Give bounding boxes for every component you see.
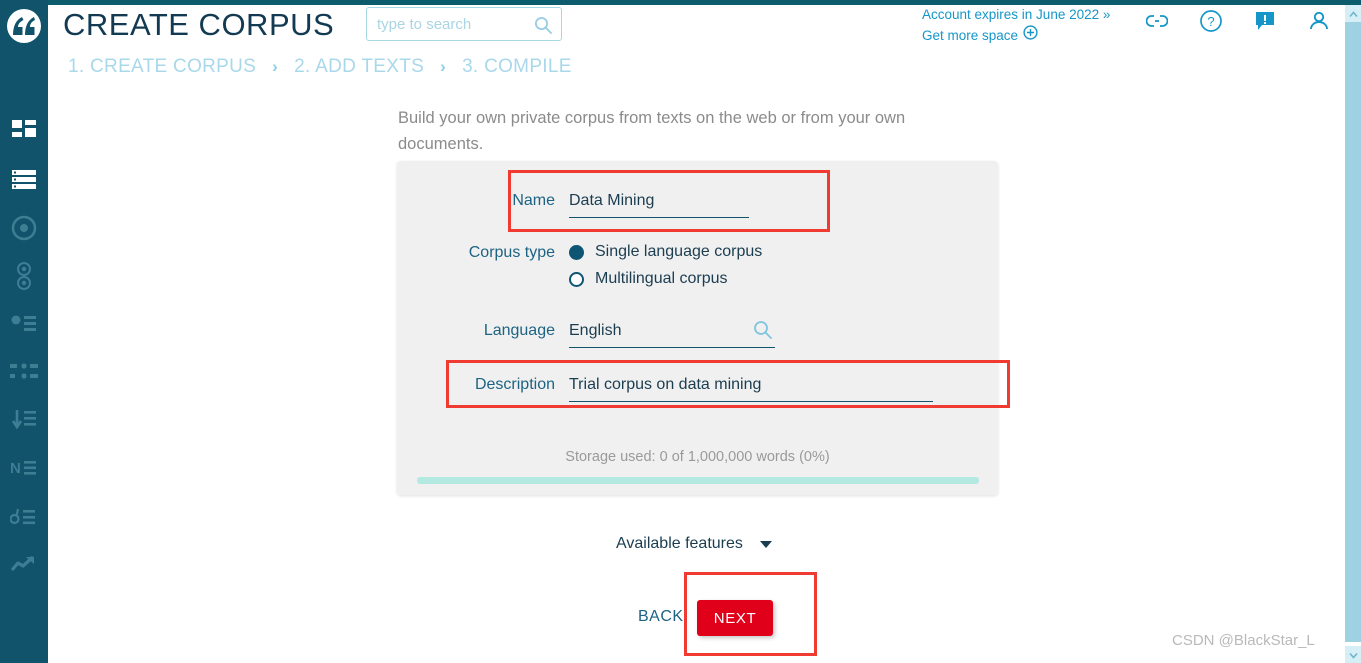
feedback-icon[interactable] <box>1248 6 1282 36</box>
radio-single-language-corpus[interactable]: Single language corpus <box>569 242 762 262</box>
available-features-label: Available features <box>616 535 743 552</box>
language-label: Language <box>483 322 555 339</box>
sidebar-item-trends[interactable] <box>0 540 48 588</box>
page-scrollbar[interactable] <box>1345 5 1361 663</box>
plus-circle-icon[interactable] <box>1023 25 1038 46</box>
scrollbar-down-button[interactable] <box>1345 646 1361 663</box>
trends-arrow-icon <box>11 554 37 574</box>
breadcrumb-separator: › <box>272 57 279 76</box>
back-button[interactable]: BACK <box>638 608 684 626</box>
language-value: English <box>569 322 622 339</box>
breadcrumb-item-create-corpus[interactable]: 1. CREATE CORPUS <box>68 56 256 78</box>
radio-single-language-label: Single language corpus <box>595 243 763 260</box>
description-input[interactable]: Trial corpus on data mining <box>569 374 933 402</box>
word-sketch-target-icon <box>11 215 37 241</box>
watermark-text: CSDN @BlackStar_L <box>1172 632 1315 649</box>
sidebar-item-dashboard[interactable] <box>0 108 48 156</box>
thesaurus-icon <box>11 314 37 334</box>
name-value: Data Mining <box>569 192 655 209</box>
page-title: CREATE CORPUS <box>63 7 335 42</box>
breadcrumb-item-compile[interactable]: 3. COMPILE <box>462 56 572 78</box>
language-search-icon[interactable] <box>753 320 772 344</box>
sidebar-item-n-grams[interactable]: N <box>0 444 48 492</box>
chevron-down-icon <box>1348 646 1358 663</box>
keywords-icon <box>10 506 38 526</box>
header-icon-bar: ? <box>1140 6 1340 40</box>
scrollbar-up-button[interactable] <box>1345 5 1361 22</box>
app-logo[interactable] <box>7 9 41 43</box>
radio-filled-icon <box>569 244 584 260</box>
language-input[interactable]: English <box>569 320 775 348</box>
sidebar-item-corpora[interactable] <box>0 156 48 204</box>
sidebar-item-keywords[interactable] <box>0 492 48 540</box>
account-info: Account expires in June 2022 » Get more … <box>922 4 1110 46</box>
sidebar-item-thesaurus[interactable] <box>0 300 48 348</box>
link-icon[interactable] <box>1140 6 1174 36</box>
quote-marks-logo-icon <box>13 17 35 35</box>
name-input[interactable]: Data Mining <box>569 190 749 218</box>
svg-text:N: N <box>10 460 21 477</box>
next-button[interactable]: NEXT <box>697 600 773 636</box>
breadcrumb-separator: › <box>440 57 447 76</box>
storage-progress-bar <box>417 477 979 484</box>
sidebar-item-sketch-difference[interactable] <box>0 252 48 300</box>
name-label: Name <box>512 192 555 209</box>
corpus-type-row: Corpus type Single language corpus Multi… <box>397 242 998 289</box>
corpus-type-label: Corpus type <box>468 244 555 261</box>
scrollbar-thumb[interactable] <box>1345 22 1361 642</box>
wordlist-sort-icon <box>11 409 37 431</box>
breadcrumb-item-add-texts[interactable]: 2. ADD TEXTS <box>294 56 424 78</box>
sketch-diff-icon <box>12 261 36 291</box>
chevron-up-icon <box>1348 5 1358 23</box>
user-icon[interactable] <box>1302 6 1336 36</box>
description-field-row: Description Trial corpus on data mining <box>397 374 998 402</box>
n-grams-icon: N <box>10 458 38 478</box>
concordance-icon <box>10 362 38 382</box>
sidebar-item-word-sketch[interactable] <box>0 204 48 252</box>
create-corpus-form-panel: Name Data Mining Corpus type Single lang… <box>397 161 998 495</box>
sidebar-item-word-list[interactable] <box>0 396 48 444</box>
intro-text: Build your own private corpus from texts… <box>398 109 906 153</box>
language-field-row: Language English <box>397 320 998 348</box>
global-search[interactable] <box>366 7 562 41</box>
account-expiry-link[interactable]: Account expires in June 2022 » <box>922 4 1110 25</box>
app-root: N CREATE CORPUS type to search Account e… <box>0 0 1361 663</box>
chevron-down-icon <box>759 540 772 548</box>
available-features-toggle[interactable]: Available features <box>616 535 772 553</box>
radio-multilingual-corpus[interactable]: Multilingual corpus <box>569 269 762 289</box>
description-value: Trial corpus on data mining <box>569 376 762 393</box>
dashboard-grid-icon <box>11 119 37 145</box>
radio-multilingual-label: Multilingual corpus <box>595 270 728 287</box>
left-sidebar: N <box>0 0 48 663</box>
sidebar-nav: N <box>0 108 48 588</box>
search-input[interactable] <box>377 8 527 40</box>
corpus-list-icon <box>11 169 37 191</box>
search-icon <box>534 16 552 39</box>
description-label: Description <box>474 376 555 393</box>
name-field-row: Name Data Mining <box>397 190 998 218</box>
question-circle-icon[interactable]: ? <box>1194 6 1228 36</box>
get-more-space-link[interactable]: Get more space <box>922 25 1018 46</box>
breadcrumb: 1. CREATE CORPUS › 2. ADD TEXTS › 3. COM… <box>68 56 572 78</box>
radio-empty-icon <box>569 271 584 287</box>
svg-text:?: ? <box>1207 14 1214 29</box>
corpus-type-radio-group: Single language corpus Multilingual corp… <box>569 242 762 289</box>
storage-used-text: Storage used: 0 of 1,000,000 words (0%) <box>565 449 830 465</box>
sidebar-item-concordance[interactable] <box>0 348 48 396</box>
